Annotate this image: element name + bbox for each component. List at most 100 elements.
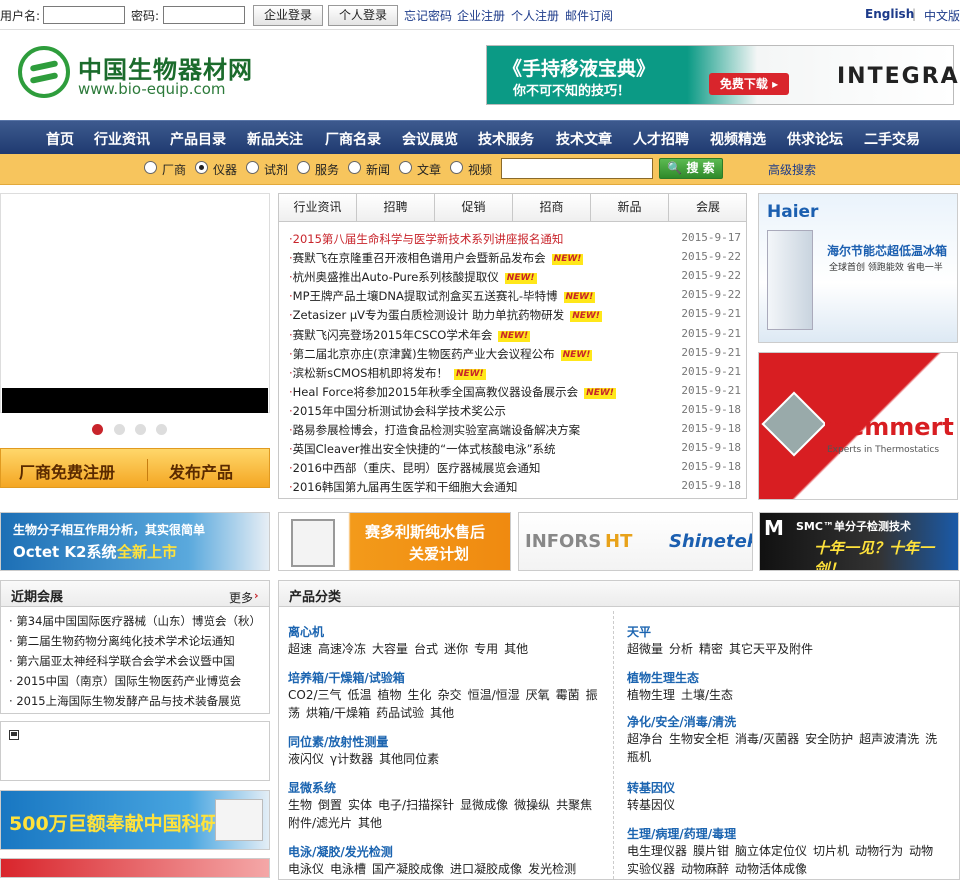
product-subcategory-link[interactable]: 低温 [348,688,372,702]
product-subcategory-link[interactable]: 发光检测 [528,862,576,876]
nav-item-second-hand[interactable]: 二手交易 [864,129,920,149]
news-item[interactable]: ·Heal Force将参加2015年秋季全国高教仪器设备展示会 NEW! 2015… [289,384,741,403]
news-item[interactable]: ·路易参展检博会，打造食品检测实验室高端设备解决方案 2015-9-18 [289,422,741,441]
product-category-title[interactable]: 电泳/凝胶/发光检测 [288,843,393,860]
product-subcategory-link[interactable]: 植物生理 [627,688,675,702]
product-subcategory-link[interactable]: 共聚焦 [556,798,592,812]
octet-ad[interactable]: 生物分子相互作用分析，其实很简单 Octet K2系统 全新上市 [0,512,270,571]
product-category-title[interactable]: 净化/安全/消毒/清洗 [627,713,736,730]
product-subcategory-link[interactable]: 显微成像 [460,798,508,812]
product-category-title[interactable]: 培养箱/干燥箱/试验箱 [288,669,405,686]
product-category-title[interactable]: 同位素/放射性测量 [288,733,388,750]
product-subcategory-link[interactable]: 超净台 [627,732,663,746]
nav-item-vendors[interactable]: 厂商名录 [325,129,381,149]
product-subcategory-link[interactable]: 其他 [504,642,528,656]
product-subcategory-link[interactable]: 微操纵 [514,798,550,812]
product-subcategory-link[interactable]: 安全防护 [805,732,853,746]
product-subcategory-link[interactable]: 附件/滤光片 [288,816,352,830]
product-subcategory-link[interactable]: 恒温/恒湿 [468,688,520,702]
publish-product-button[interactable]: 发布产品 [169,459,233,483]
product-category-title[interactable]: 离心机 [288,623,324,640]
product-category-title[interactable]: 显微系统 [288,779,336,796]
product-subcategory-link[interactable]: 生物 [288,798,312,812]
product-category-title[interactable]: 天平 [627,623,651,640]
integra-banner-ad[interactable]: 《手持移液宝典》 你不可不知的技巧！ 免费下载 ▸ INTEGRA [486,45,958,105]
product-subcategory-link[interactable]: 超声波清洗 [859,732,919,746]
company-register-link[interactable]: 企业注册 [457,7,505,24]
product-subcategory-link[interactable]: 专用 [474,642,498,656]
search-option-service[interactable] [297,161,310,174]
nav-item-articles[interactable]: 技术文章 [556,129,612,149]
product-subcategory-link[interactable]: 实体 [348,798,372,812]
username-input[interactable] [43,6,125,24]
news-tab[interactable]: 新品 [591,194,669,222]
nav-item-new-products[interactable]: 新品关注 [247,129,303,149]
smc-ad[interactable]: M SMC™单分子检测技术 十年一见？十年一剑！ [759,512,959,571]
news-tab[interactable]: 会展 [669,194,747,222]
news-item[interactable]: ·赛默飞闪亮登场2015年CSCO学术年会 NEW! 2015-9-21 [289,327,741,346]
product-subcategory-link[interactable]: 药品试验 [376,706,424,720]
product-subcategory-link[interactable]: 植物 [378,688,402,702]
product-subcategory-link[interactable]: 转基因仪 [627,798,675,812]
product-subcategory-link[interactable]: 液闪仪 [288,752,324,766]
product-subcategory-link[interactable]: 杂交 [438,688,462,702]
exhibitions-more-link[interactable]: 更多 [229,589,253,606]
product-subcategory-link[interactable]: 进口凝胶成像 [450,862,522,876]
product-subcategory-link[interactable]: 膜片钳 [693,844,729,858]
news-item[interactable]: ·杭州奥盛推出Auto-Pure系列核酸提取仪 NEW! 2015-9-22 [289,269,741,288]
product-subcategory-link[interactable]: 切片机 [813,844,849,858]
product-subcategory-link[interactable]: 电子/扫描探针 [378,798,454,812]
product-subcategory-link[interactable]: 动物活体成像 [735,862,807,876]
product-subcategory-link[interactable]: 迷你 [444,642,468,656]
search-button[interactable]: 🔍 搜 索 [659,158,723,179]
product-subcategory-link[interactable]: 精密 [699,642,723,656]
news-item[interactable]: ·2016韩国第九届再生医学和干细胞大会通知 2015-9-18 [289,479,741,498]
product-subcategory-link[interactable]: 动物麻醉 [681,862,729,876]
nav-item-videos[interactable]: 视频精选 [710,129,766,149]
haier-ad[interactable]: Haier 海尔节能芯超低温冰箱 全球首创 领跑能效 省电一半 [758,193,958,343]
nav-item-products[interactable]: 产品目录 [170,129,226,149]
product-subcategory-link[interactable]: 生物安全柜 [669,732,729,746]
nav-item-tech-service[interactable]: 技术服务 [478,129,534,149]
product-subcategory-link[interactable]: 电泳仪 [288,862,324,876]
company-login-button[interactable]: 企业登录 [253,5,323,26]
password-input[interactable] [163,6,245,24]
news-tab[interactable]: 行业资讯 [279,194,357,222]
news-tab[interactable]: 促销 [435,194,513,222]
product-subcategory-link[interactable]: 其他 [430,706,454,720]
news-item[interactable]: ·英国Cleaver推出安全快捷的“一体式核酸电泳”系统 2015-9-18 [289,441,741,460]
search-option-video[interactable] [450,161,463,174]
product-subcategory-link[interactable]: 国产凝胶成像 [372,862,444,876]
product-category-title[interactable]: 转基因仪 [627,779,675,796]
product-subcategory-link[interactable]: 分析 [669,642,693,656]
slider-dot-2[interactable] [114,424,125,435]
product-subcategory-link[interactable]: 其他 [358,816,382,830]
slider-dot-3[interactable] [135,424,146,435]
nav-item-forum[interactable]: 供求论坛 [787,129,843,149]
product-subcategory-link[interactable]: 土壤/生态 [681,688,733,702]
personal-login-button[interactable]: 个人登录 [328,5,398,26]
bottom-ad[interactable] [0,858,270,878]
news-item[interactable]: ·MP王牌产品土壤DNA提取试剂盒买五送赛礼-毕特博 NEW! 2015-9-22 [289,288,741,307]
news-tab[interactable]: 招商 [513,194,591,222]
nav-item-industry-news[interactable]: 行业资讯 [94,129,150,149]
sartorius-ad[interactable]: 赛多利斯纯水售后 关爱计划 [278,512,511,571]
product-subcategory-link[interactable]: 厌氧 [526,688,550,702]
product-subcategory-link[interactable]: 电生理仪器 [627,844,687,858]
news-item[interactable]: ·2016中西部（重庆、昆明）医疗器械展览会通知 2015-9-18 [289,460,741,479]
email-subscribe-link[interactable]: 邮件订阅 [565,7,613,24]
exhibition-item[interactable]: · 第二届生物药物分离纯化技术学术论坛通知 [9,633,267,649]
search-option-article[interactable] [399,161,412,174]
search-input[interactable] [501,158,653,179]
advanced-search-link[interactable]: 高级搜索 [768,161,816,178]
product-subcategory-link[interactable]: 高速冷冻 [318,642,366,656]
personal-register-link[interactable]: 个人注册 [511,7,559,24]
slider-dot-1[interactable] [92,424,103,435]
infors-ad[interactable]: INFORS HT Shinetek [518,512,753,571]
product-subcategory-link[interactable]: 台式 [414,642,438,656]
forgot-password-link[interactable]: 忘记密码 [404,7,452,24]
site-logo[interactable]: 中国生物器材网 www.bio-equip.com [18,44,258,102]
image-slider[interactable] [0,193,270,413]
product-subcategory-link[interactable]: 脑立体定位仪 [735,844,807,858]
product-category-title[interactable]: 生理/病理/药理/毒理 [627,825,736,842]
